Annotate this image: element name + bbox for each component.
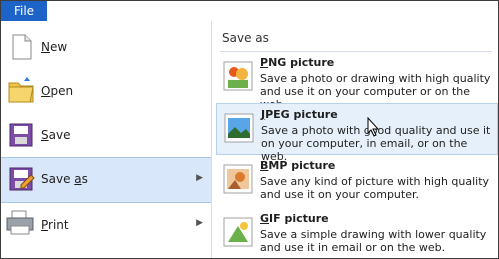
file-menu: New Open Save Save as ▶ Print ▶ [1, 21, 212, 258]
menu-label-new-mnemonic: N [41, 40, 50, 54]
printer-icon [6, 210, 34, 235]
option-title: BMP picture [260, 159, 336, 172]
file-tab[interactable]: File [1, 1, 47, 21]
menu-label-save-as: Save as [41, 172, 88, 186]
submenu-arrow-icon: ▶ [196, 218, 203, 228]
menu-label-print-rest: rint [48, 218, 69, 232]
menu-label-open: Open [41, 84, 73, 98]
png-image-icon [223, 61, 253, 91]
menu-label-print: Print [41, 218, 69, 232]
save-as-icon [9, 167, 35, 191]
paint-file-menu-window: File New Open Save Save as ▶ Print ▶ Sav… [0, 0, 499, 259]
mouse-cursor-icon [367, 117, 380, 137]
option-title: JPEG picture [261, 108, 338, 121]
option-png[interactable]: PNG picture Save a photo or drawing with… [216, 52, 496, 111]
jpeg-image-icon [224, 113, 254, 143]
top-bar: File [1, 1, 498, 21]
menu-label-print-mnemonic: P [41, 218, 49, 232]
menu-item-save-as[interactable]: Save as ▶ [1, 157, 211, 203]
option-jpeg[interactable]: JPEG picture Save a photo with good qual… [216, 103, 498, 163]
option-title: PNG picture [260, 56, 335, 69]
menu-label-save-mnemonic: S [41, 128, 49, 142]
bmp-image-icon [223, 164, 253, 194]
menu-label-new-rest: ew [49, 40, 68, 54]
menu-label-save-as-pre: Save [41, 172, 75, 186]
menu-label-open-rest: pen [50, 84, 74, 98]
gif-image-icon [223, 217, 253, 247]
menu-label-new: New [41, 40, 67, 54]
menu-label-save-as-rest: s [81, 172, 88, 186]
menu-label-save: Save [41, 128, 70, 142]
panel-header: Save as [222, 31, 269, 45]
menu-item-print[interactable]: Print ▶ [1, 202, 211, 246]
menu-label-save-rest: ave [48, 128, 71, 142]
menu-item-save[interactable]: Save [1, 113, 211, 157]
open-folder-icon [8, 77, 34, 103]
option-description: Save any kind of picture with high quali… [260, 175, 490, 201]
new-file-icon [12, 34, 32, 60]
save-disk-icon [9, 123, 33, 147]
option-bmp[interactable]: BMP picture Save any kind of picture wit… [216, 155, 496, 205]
menu-item-new[interactable]: New [1, 25, 211, 69]
menu-item-open[interactable]: Open [1, 69, 211, 113]
option-title: GIF picture [260, 212, 329, 225]
option-gif[interactable]: GIF picture Save a simple drawing with l… [216, 208, 496, 258]
submenu-arrow-icon: ▶ [196, 173, 203, 183]
option-description: Save a simple drawing with lower quality… [260, 228, 487, 254]
menu-label-save-as-mnemonic: a [74, 172, 82, 186]
save-as-panel: Save as PNG picture Save a photo or draw… [212, 21, 498, 258]
